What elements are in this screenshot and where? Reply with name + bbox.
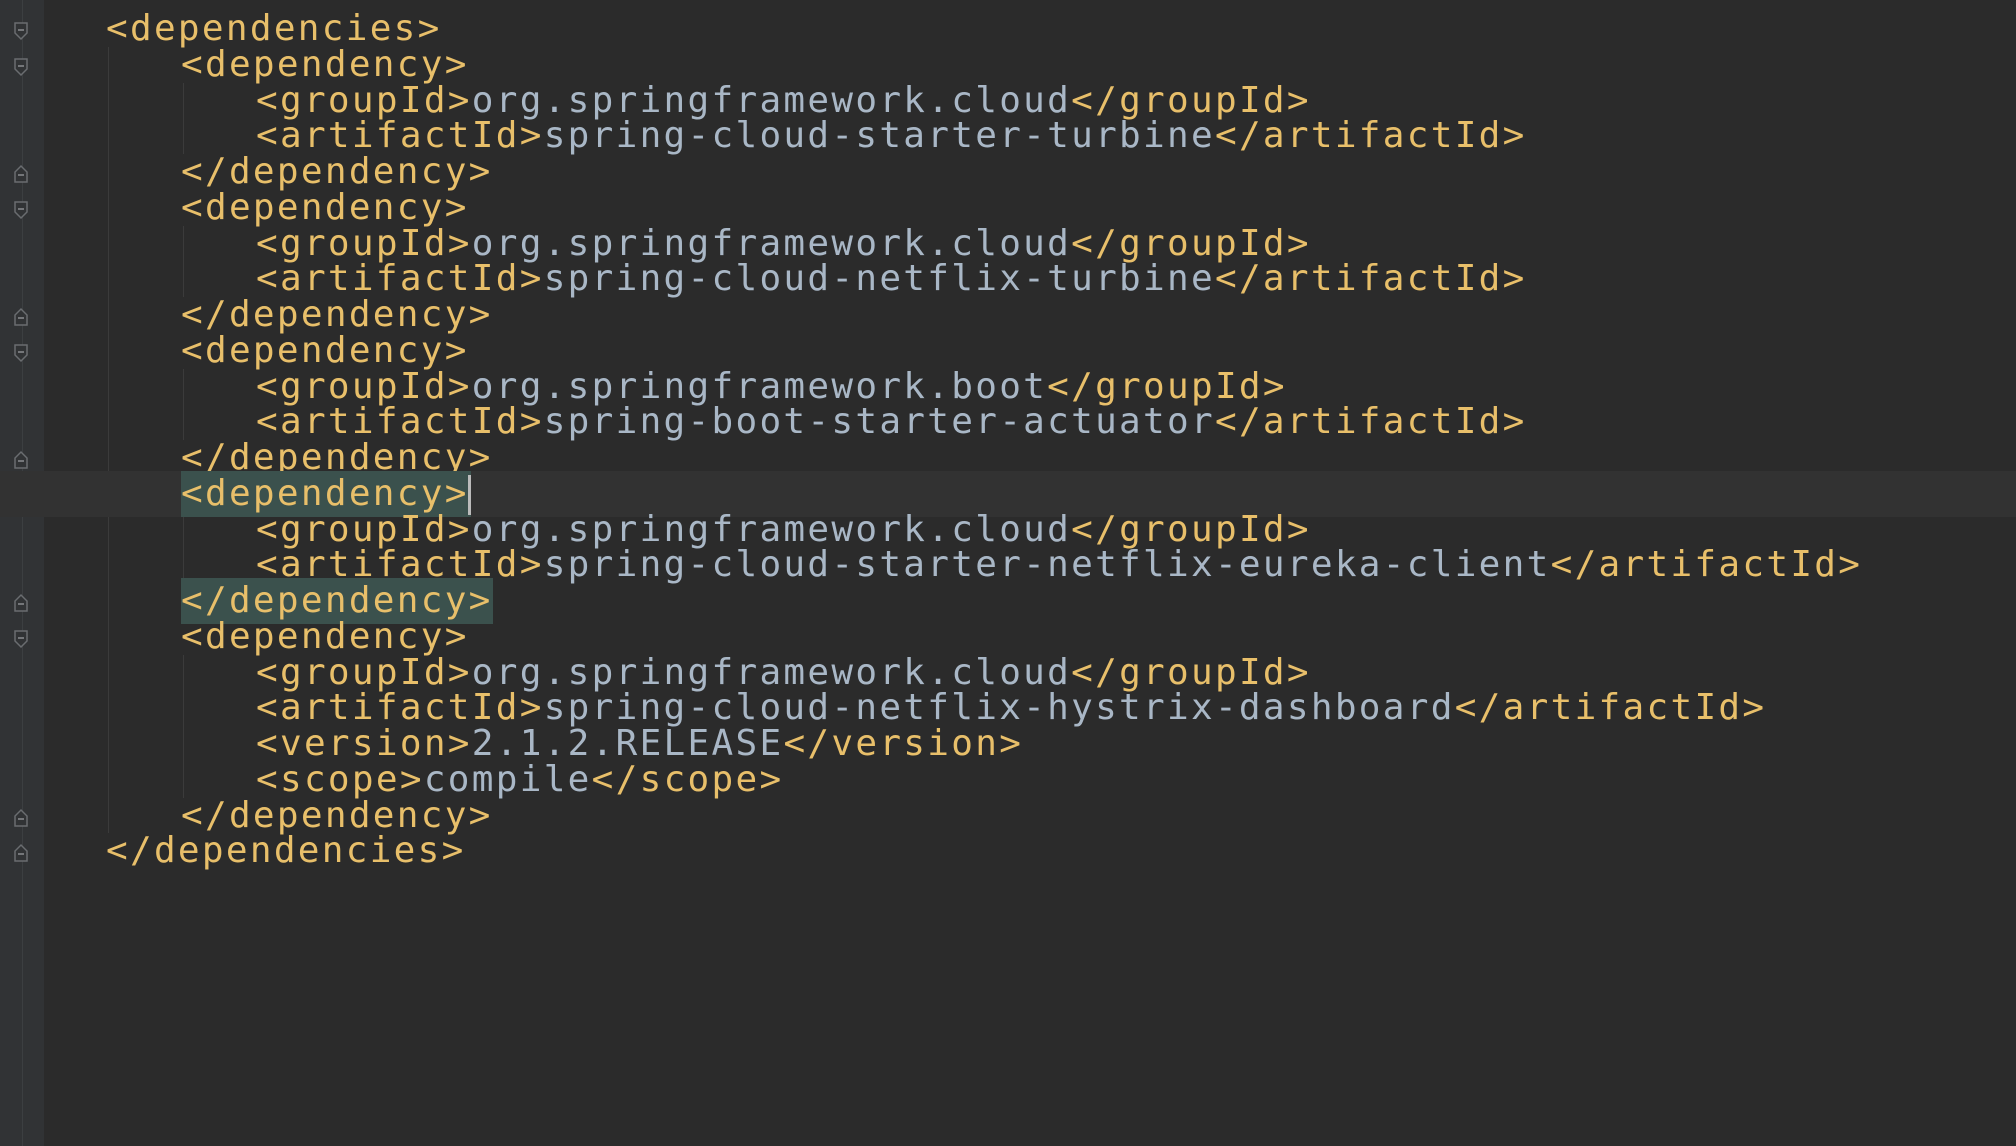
xml-tag: </dependencies> — [106, 830, 466, 872]
code-line-content: </dependencies> — [106, 828, 466, 874]
code-line[interactable]: </dependencies> — [0, 828, 2016, 874]
code-editor[interactable]: <dependencies> <dependency> <groupId>org.s… — [0, 0, 2016, 1146]
